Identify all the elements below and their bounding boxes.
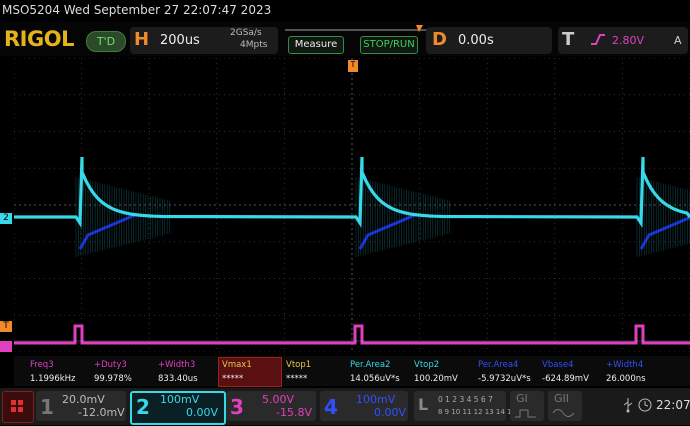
trigger-level: 2.80V (612, 34, 645, 47)
channel-3-scale: 5.00V (262, 393, 295, 406)
square-wave-icon (515, 409, 536, 418)
timebase-value: 200us (160, 33, 200, 48)
measure-button[interactable]: Measure (288, 36, 344, 54)
channel-3-offset: -15.8V (276, 406, 312, 419)
memory-depth: 4Mpts (240, 40, 268, 50)
logic-channels-row1: 0 1 2 3 4 5 6 7 (438, 395, 493, 404)
measurement-value: -5.9732uV*s (478, 374, 531, 384)
waveform-canvas (13, 57, 690, 353)
delay-label: D (432, 29, 447, 50)
channel-4-offset: 0.00V (374, 406, 407, 419)
measurement-value: 1.1996kHz (30, 374, 76, 384)
generator-1-label: GI (516, 392, 528, 405)
measurement-value: 100.20mV (414, 374, 458, 384)
measurement-label: Vbase4 (542, 360, 574, 370)
waveform-display[interactable] (13, 57, 690, 353)
ch3-offset-marker[interactable] (0, 341, 12, 352)
measurement-value: ***** (222, 374, 244, 384)
measurement-value: 26.000ns (606, 374, 646, 384)
measurement-label: +Width4 (606, 360, 644, 370)
measurement-label: Vmax1 (222, 360, 252, 370)
logic-analyzer-label: L (418, 395, 429, 414)
measurement-label: Per.Area2 (350, 360, 391, 370)
generator-2-label: GII (554, 392, 570, 405)
title-bar: MSO5204 Wed September 27 22:07:47 2023 (0, 0, 690, 22)
trigger-source: A (674, 34, 682, 47)
measurement-value: -624.89mV (542, 374, 589, 384)
measurement-label: +Duty3 (94, 360, 127, 370)
channel-2-offset: 0.00V (186, 406, 219, 419)
channel-1-scale: 20.0mV (62, 393, 105, 406)
measurement-label: Per.Area4 (478, 360, 519, 370)
trigger-status-badge[interactable]: T'D (86, 31, 126, 52)
channel-2-number: 2 (136, 395, 150, 419)
clock-icon (638, 398, 652, 412)
delay-value: 0.00s (458, 33, 494, 48)
usb-icon (623, 398, 633, 413)
sample-rate: 2GSa/s (230, 28, 262, 38)
home-menu-button[interactable] (2, 391, 34, 423)
window-title: MSO5204 Wed September 27 22:07:47 2023 (2, 3, 272, 17)
channel-1-offset: -12.0mV (78, 406, 125, 419)
system-clock: 22:07 (656, 398, 690, 412)
measurement-value: 99.978% (94, 374, 132, 384)
measurement-value: ***** (286, 374, 308, 384)
measurement-label: Vtop1 (286, 360, 312, 370)
trigger-level-marker[interactable]: T (0, 321, 12, 332)
ch2-offset-marker[interactable]: 2 (0, 213, 12, 224)
channel-2-scale: 100mV (160, 393, 200, 406)
measurement-label: Freq3 (30, 360, 54, 370)
channel-1-number: 1 (40, 395, 54, 419)
brand-logo: RIGOL (4, 27, 74, 51)
channel-4-scale: 100mV (356, 393, 396, 406)
measurement-value: 833.40us (158, 374, 198, 384)
measurement-label: Vtop2 (414, 360, 440, 370)
measurement-value: 14.056uV*s (350, 374, 400, 384)
trigger-label: T (562, 29, 575, 50)
logic-channels-row2: 8 9 10 11 12 13 14 15 (438, 408, 516, 416)
measurement-label: +Width3 (158, 360, 196, 370)
trigger-time-marker[interactable]: T (348, 60, 358, 72)
channel-3-number: 3 (230, 395, 244, 419)
channel-4-number: 4 (324, 395, 338, 419)
sine-wave-icon (552, 409, 575, 417)
stop-run-button[interactable]: STOP/RUN (360, 36, 418, 54)
horizontal-label: H (134, 29, 150, 50)
rising-edge-icon (591, 34, 605, 45)
app-grid-icon (11, 400, 23, 412)
